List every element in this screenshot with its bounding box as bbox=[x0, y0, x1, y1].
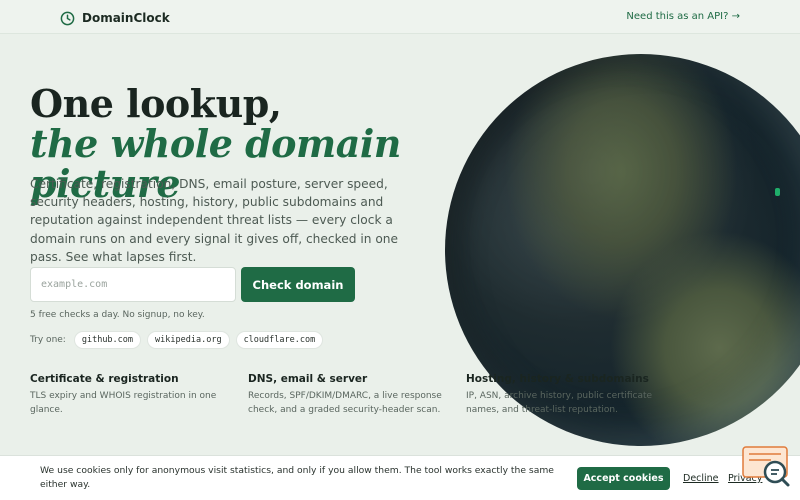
globe-highlight bbox=[775, 188, 780, 196]
clock-icon bbox=[60, 11, 75, 25]
check-domain-button[interactable]: Check domain bbox=[241, 267, 355, 302]
feature-hosting: Hosting, history & subdomains IP, ASN, a… bbox=[466, 373, 670, 417]
brand[interactable]: DomainClock bbox=[60, 9, 170, 27]
example-chip-github[interactable]: github.com bbox=[73, 331, 142, 349]
decline-link[interactable]: Decline bbox=[683, 473, 719, 484]
free-checks-note: 5 free checks a day. No signup, no key. bbox=[30, 310, 205, 320]
feature-title: DNS, email & server bbox=[248, 373, 368, 385]
example-chip-cloudflare[interactable]: cloudflare.com bbox=[235, 331, 324, 349]
cookie-banner: We use cookies only for anonymous visit … bbox=[0, 455, 800, 500]
domain-input[interactable] bbox=[30, 267, 236, 302]
accept-cookies-button[interactable]: Accept cookies bbox=[577, 467, 670, 490]
example-chip-wikipedia[interactable]: wikipedia.org bbox=[147, 331, 230, 349]
feature-title: Hosting, history & subdomains bbox=[466, 373, 649, 385]
cookie-text: We use cookies only for anonymous visit … bbox=[40, 465, 554, 490]
brand-name: DomainClock bbox=[82, 11, 170, 25]
chat-search-icon[interactable] bbox=[741, 446, 791, 488]
feature-desc: IP, ASN, archive history, public certifi… bbox=[466, 391, 653, 415]
feature-dns: DNS, email & server Records, SPF/DKIM/DM… bbox=[248, 373, 452, 417]
features: Certificate & registration TLS expiry an… bbox=[30, 373, 670, 417]
try-one-row: Try one: github.com wikipedia.org cloudf… bbox=[30, 331, 324, 349]
top-bar: DomainClock Need this as an API? → bbox=[0, 0, 800, 34]
feature-title: Certificate & registration bbox=[30, 373, 179, 385]
api-link[interactable]: Need this as an API? → bbox=[626, 11, 740, 22]
try-one-label: Try one: bbox=[30, 335, 66, 345]
feature-certificate: Certificate & registration TLS expiry an… bbox=[30, 373, 234, 417]
feature-desc: Records, SPF/DKIM/DMARC, a live response… bbox=[248, 391, 442, 415]
hero-title-line1: One lookup, bbox=[30, 81, 282, 126]
hero-description: Certificate, registration, DNS, email po… bbox=[30, 177, 399, 264]
feature-desc: TLS expiry and WHOIS registration in one… bbox=[30, 391, 217, 415]
